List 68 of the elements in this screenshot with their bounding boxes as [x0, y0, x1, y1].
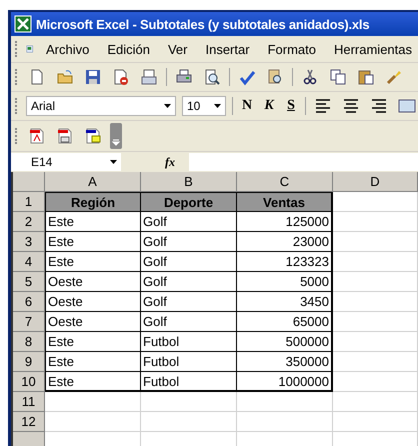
menu-item[interactable]: Ver	[162, 40, 194, 58]
row-header[interactable]: 8	[13, 332, 45, 352]
select-all-corner[interactable]	[13, 172, 45, 192]
table-cell: Golf	[141, 292, 237, 312]
caret-icon	[214, 104, 221, 108]
table-cell: 3450	[237, 292, 333, 312]
function-label[interactable]: fx	[165, 154, 175, 170]
row-header[interactable]: 12	[13, 412, 45, 432]
column-header[interactable]: C	[237, 172, 333, 192]
column-title-cell: Deporte	[141, 192, 237, 212]
row-header[interactable]: 10	[13, 372, 45, 392]
column-header[interactable]: B	[141, 172, 237, 192]
row-header[interactable]: 5	[13, 272, 45, 292]
table-cell: Futbol	[141, 372, 237, 392]
row-header[interactable]: 4	[13, 252, 45, 272]
table-cell: 5000	[237, 272, 333, 292]
table-cell: Este	[45, 212, 141, 232]
row-header[interactable]: 3	[13, 232, 45, 252]
spreadsheet-logo-icon	[14, 15, 32, 33]
overflow-chevron-icon[interactable]	[110, 123, 122, 149]
font-name-field[interactable]: Arial	[26, 96, 176, 116]
name-box[interactable]: E14	[11, 153, 121, 171]
table-cell: Este	[45, 352, 141, 372]
table-cell: Oeste	[45, 312, 141, 332]
column-header[interactable]: D	[333, 172, 418, 192]
caret-icon	[164, 104, 171, 108]
column-title-cell: Ventas	[237, 192, 333, 212]
bold-button[interactable]: N	[239, 95, 255, 117]
underline-button[interactable]: S	[283, 95, 299, 117]
row-header[interactable]: 7	[13, 312, 45, 332]
table-cell: Este	[45, 332, 141, 352]
table-cell: 65000	[237, 312, 333, 332]
row-header[interactable]: 1	[13, 192, 45, 212]
table-cell: Golf	[141, 232, 237, 252]
table-cell: Este	[45, 372, 141, 392]
italic-button[interactable]: K	[261, 95, 277, 117]
font-size-field[interactable]: 10	[182, 96, 226, 116]
table-cell: Este	[45, 252, 141, 272]
menu-item[interactable]: Edición	[101, 40, 156, 58]
row-header[interactable]: 11	[13, 392, 45, 412]
column-header[interactable]: A	[45, 172, 141, 192]
table-cell: Este	[45, 232, 141, 252]
table-cell: Oeste	[45, 272, 141, 292]
table-cell: Golf	[141, 272, 237, 292]
table-cell: 125000	[237, 212, 333, 232]
table-cell: Golf	[141, 312, 237, 332]
menu-item[interactable]: Archivo	[40, 40, 96, 58]
window-title: Microsoft Excel - Subtotales (y subtotales anidados).xls	[36, 16, 370, 32]
table-cell: Golf	[141, 252, 237, 272]
table-cell: 1000000	[237, 372, 333, 392]
menu-item[interactable]: Herramientas	[328, 40, 418, 58]
table-cell: Golf	[141, 212, 237, 232]
table-cell: Oeste	[45, 292, 141, 312]
table-cell: 500000	[237, 332, 333, 352]
menu-item[interactable]: Formato	[262, 40, 322, 58]
row-header[interactable]: 9	[13, 352, 45, 372]
row-header[interactable]: 6	[13, 292, 45, 312]
table-cell: 23000	[237, 232, 333, 252]
row-header[interactable]: 2	[13, 212, 45, 232]
row-header[interactable]	[13, 432, 45, 446]
table-cell: Futbol	[141, 352, 237, 372]
formula-field[interactable]	[189, 153, 418, 171]
column-title-cell: Región	[45, 192, 141, 212]
table-cell: 123323	[237, 252, 333, 272]
menu-item[interactable]: Insertar	[199, 40, 256, 58]
table-cell: Futbol	[141, 332, 237, 352]
table-cell: 350000	[237, 352, 333, 372]
caret-icon	[110, 160, 117, 164]
